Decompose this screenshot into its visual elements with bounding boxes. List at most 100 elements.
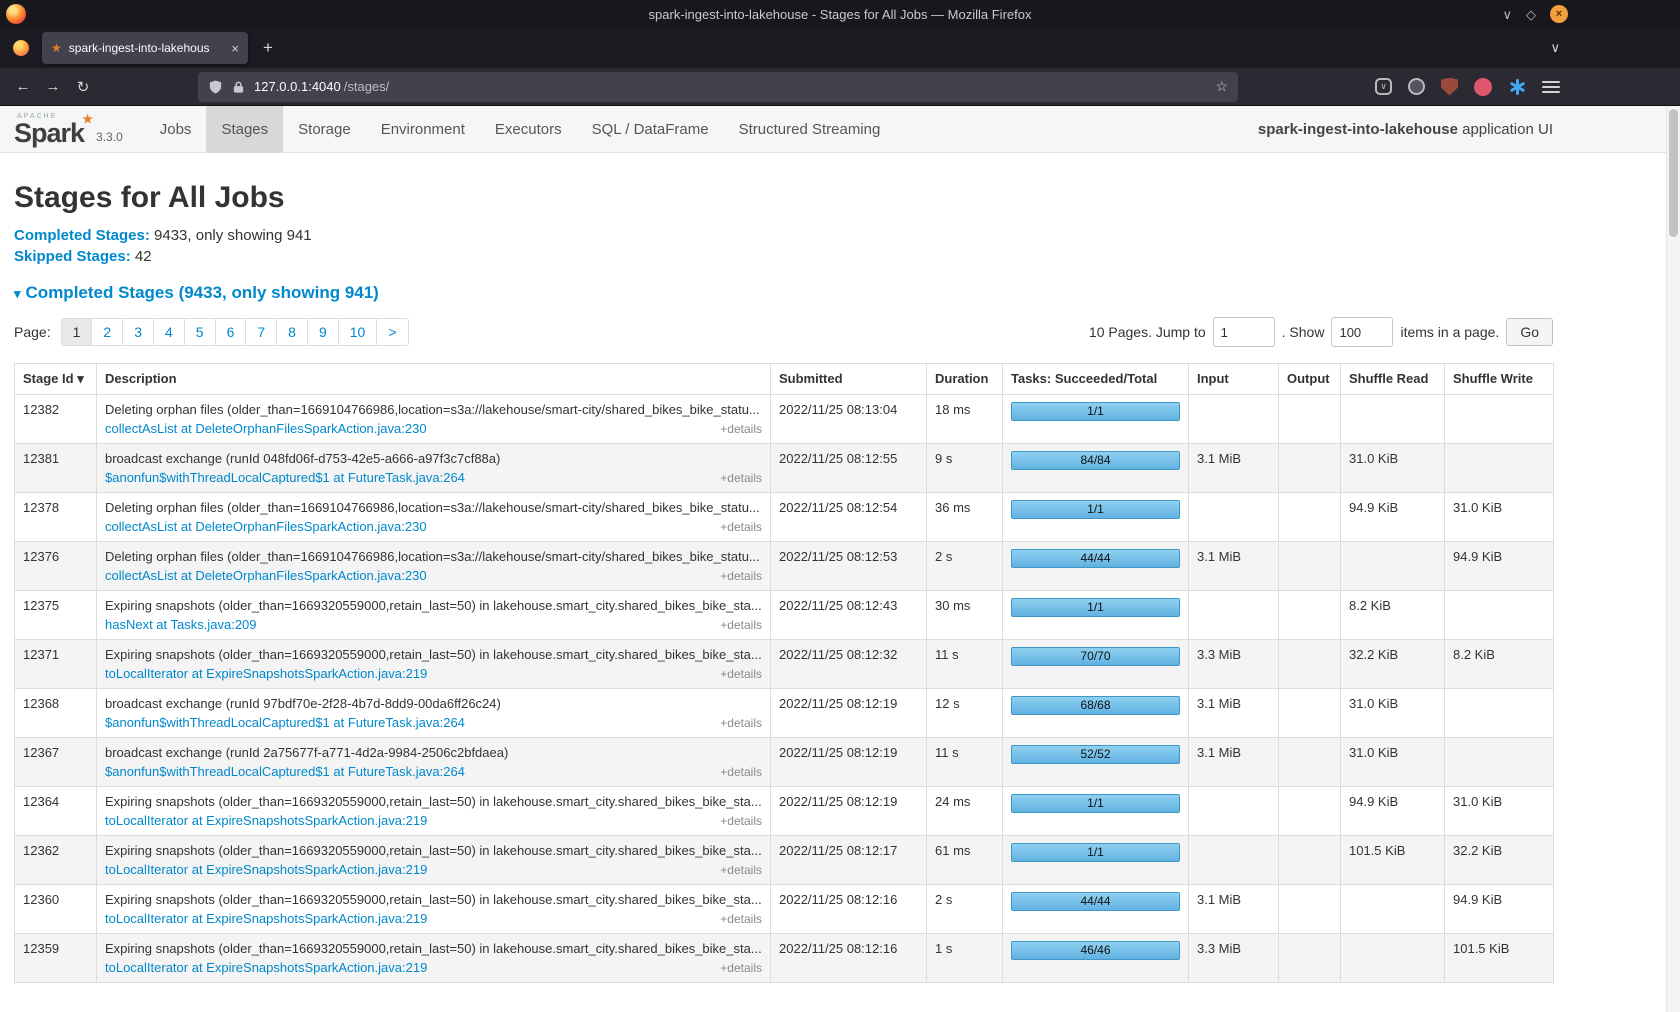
details-toggle[interactable]: +details [712, 520, 762, 534]
task-progress-bar: 44/44 [1011, 892, 1180, 911]
jump-to-page-input[interactable] [1213, 317, 1275, 347]
shuffle-write-cell: 101.5 KiB [1445, 934, 1554, 983]
page-button-5[interactable]: 5 [184, 318, 216, 346]
tasks-cell: 44/44 [1003, 885, 1189, 934]
submitted-cell: 2022/11/25 08:12:19 [771, 689, 927, 738]
details-toggle[interactable]: +details [712, 863, 762, 877]
details-toggle[interactable]: +details [712, 667, 762, 681]
page-button-10[interactable]: 10 [338, 318, 378, 346]
adblock-shield-icon[interactable] [1441, 78, 1458, 96]
description-cell: Deleting orphan files (older_than=166910… [97, 493, 771, 542]
stage-description: Expiring snapshots (older_than=166932055… [105, 647, 762, 662]
details-toggle[interactable]: +details [712, 912, 762, 926]
stage-callsite-link[interactable]: $anonfun$withThreadLocalCaptured$1 at Fu… [105, 764, 465, 779]
column-tasks[interactable]: Tasks: Succeeded/Total [1003, 364, 1189, 395]
page-scrollbar[interactable] [1666, 106, 1680, 1012]
column-shuffle-write[interactable]: Shuffle Write [1445, 364, 1554, 395]
page-size-input[interactable] [1331, 317, 1393, 347]
nav-tab-stages[interactable]: Stages [206, 106, 283, 153]
skipped-stages-link[interactable]: Skipped Stages: [14, 248, 131, 265]
stage-id-cell: 12381 [15, 444, 97, 493]
details-toggle[interactable]: +details [712, 422, 762, 436]
firefox-view-button[interactable] [8, 35, 34, 61]
stage-callsite-link[interactable]: $anonfun$withThreadLocalCaptured$1 at Fu… [105, 470, 465, 485]
completed-stages-section-header[interactable]: ▾Completed Stages (9433, only showing 94… [14, 283, 1553, 303]
completed-stages-link[interactable]: Completed Stages: [14, 227, 150, 244]
window-title: spark-ingest-into-lakehouse - Stages for… [0, 7, 1680, 22]
nav-tab-storage[interactable]: Storage [283, 106, 366, 153]
page-button-8[interactable]: 8 [276, 318, 308, 346]
tab-close-icon[interactable]: × [231, 42, 239, 55]
window-close-button[interactable]: × [1550, 5, 1568, 23]
back-button[interactable]: ← [8, 72, 38, 102]
hamburger-menu-icon[interactable] [1542, 81, 1560, 93]
stage-callsite-link[interactable]: collectAsList at DeleteOrphanFilesSparkA… [105, 421, 427, 436]
tracking-protection-shield-icon[interactable] [208, 79, 223, 95]
new-tab-button[interactable]: + [254, 34, 282, 62]
column-stage-id[interactable]: Stage Id ▾ [15, 364, 97, 395]
window-maximize-button[interactable]: ◇ [1526, 8, 1536, 21]
nav-tab-executors[interactable]: Executors [480, 106, 577, 153]
page-viewport: APACHE Spark★ 3.3.0 Jobs Stages Storage … [0, 106, 1680, 1012]
page-button-6[interactable]: 6 [215, 318, 247, 346]
scrollbar-thumb[interactable] [1669, 109, 1678, 237]
tasks-cell: 84/84 [1003, 444, 1189, 493]
page-button-4[interactable]: 4 [153, 318, 185, 346]
firefox-window: spark-ingest-into-lakehouse - Stages for… [0, 0, 1680, 1012]
page-button-7[interactable]: 7 [245, 318, 277, 346]
description-cell: Expiring snapshots (older_than=166932055… [97, 787, 771, 836]
details-toggle[interactable]: +details [712, 961, 762, 975]
stage-callsite-link[interactable]: collectAsList at DeleteOrphanFilesSparkA… [105, 568, 427, 583]
page-button-1[interactable]: 1 [61, 318, 93, 346]
window-minimize-button[interactable]: ∨ [1502, 8, 1512, 21]
details-toggle[interactable]: +details [712, 765, 762, 779]
nav-tab-structured-streaming[interactable]: Structured Streaming [724, 106, 896, 153]
column-submitted[interactable]: Submitted [771, 364, 927, 395]
details-toggle[interactable]: +details [712, 471, 762, 485]
table-row: 12360 Expiring snapshots (older_than=166… [15, 885, 1554, 934]
reload-button[interactable]: ↻ [68, 72, 98, 102]
output-cell [1279, 591, 1341, 640]
spark-logo[interactable]: APACHE Spark★ [14, 111, 84, 147]
page-button-2[interactable]: 2 [91, 318, 123, 346]
extension-pink-icon[interactable] [1474, 78, 1492, 96]
stage-callsite-link[interactable]: collectAsList at DeleteOrphanFilesSparkA… [105, 519, 427, 534]
nav-tab-jobs[interactable]: Jobs [145, 106, 207, 153]
nav-tab-environment[interactable]: Environment [366, 106, 480, 153]
stage-callsite-link[interactable]: hasNext at Tasks.java:209 [105, 617, 257, 632]
column-output[interactable]: Output [1279, 364, 1341, 395]
stage-callsite-link[interactable]: toLocalIterator at ExpireSnapshotsSparkA… [105, 862, 427, 877]
account-avatar-icon[interactable] [1408, 78, 1425, 95]
url-bar[interactable]: 127.0.0.1:4040 /stages/ ☆ [198, 72, 1238, 102]
duration-cell: 11 s [927, 640, 1003, 689]
details-toggle[interactable]: +details [712, 569, 762, 583]
list-all-tabs-button[interactable]: ∨ [1550, 40, 1560, 56]
stage-callsite-link[interactable]: toLocalIterator at ExpireSnapshotsSparkA… [105, 911, 427, 926]
column-description[interactable]: Description [97, 364, 771, 395]
page-button-next[interactable]: > [376, 318, 408, 346]
details-toggle[interactable]: +details [712, 618, 762, 632]
column-shuffle-read[interactable]: Shuffle Read [1341, 364, 1445, 395]
shuffle-read-cell [1341, 934, 1445, 983]
stage-id-cell: 12364 [15, 787, 97, 836]
nav-tab-sql-dataframe[interactable]: SQL / DataFrame [577, 106, 724, 153]
site-security-lock-icon[interactable] [232, 80, 245, 94]
page-button-9[interactable]: 9 [307, 318, 339, 346]
column-duration[interactable]: Duration [927, 364, 1003, 395]
bookmark-star-icon[interactable]: ☆ [1215, 78, 1228, 95]
page-button-3[interactable]: 3 [122, 318, 154, 346]
forward-button[interactable]: → [38, 72, 68, 102]
table-row: 12359 Expiring snapshots (older_than=166… [15, 934, 1554, 983]
go-button[interactable]: Go [1506, 318, 1553, 346]
browser-tab[interactable]: ★ spark-ingest-into-lakehous × [42, 32, 248, 64]
column-input[interactable]: Input [1189, 364, 1279, 395]
stage-callsite-link[interactable]: toLocalIterator at ExpireSnapshotsSparkA… [105, 666, 427, 681]
details-toggle[interactable]: +details [712, 716, 762, 730]
details-toggle[interactable]: +details [712, 814, 762, 828]
stage-callsite-link[interactable]: $anonfun$withThreadLocalCaptured$1 at Fu… [105, 715, 465, 730]
stage-callsite-link[interactable]: toLocalIterator at ExpireSnapshotsSparkA… [105, 813, 427, 828]
extension-asterisk-icon[interactable] [1508, 78, 1526, 96]
firefox-logo-icon [6, 4, 26, 24]
stage-callsite-link[interactable]: toLocalIterator at ExpireSnapshotsSparkA… [105, 960, 427, 975]
pocket-icon[interactable]: ∨ [1375, 78, 1392, 95]
